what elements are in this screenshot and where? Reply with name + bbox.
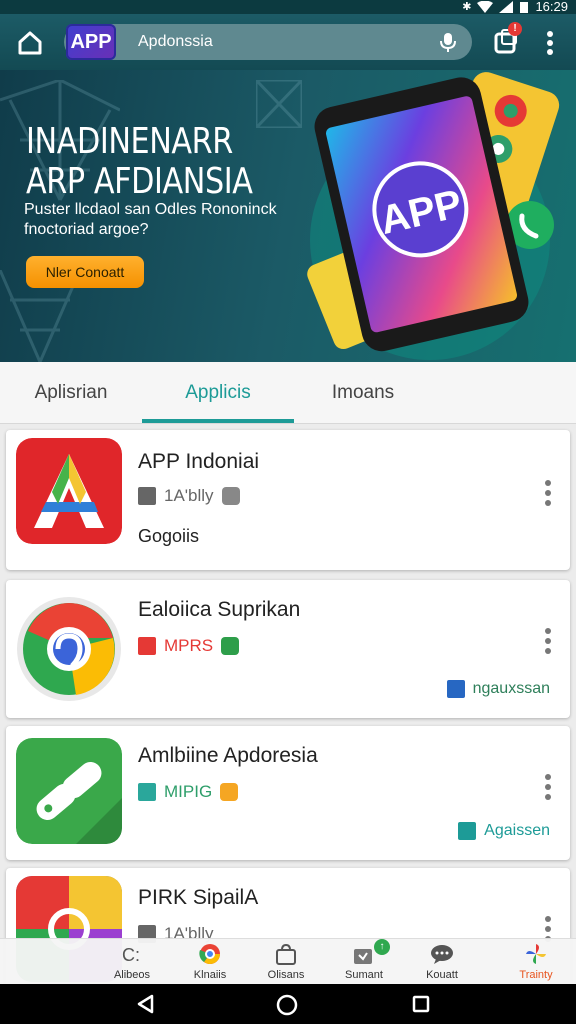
tower-decoration-icon [256,80,302,128]
home-icon[interactable] [16,28,44,56]
app-tag: ngauxssan [446,680,550,698]
lock-icon [221,487,240,505]
app-meta: MPRS [138,636,240,656]
nav-label: Sumant [345,969,383,981]
pinwheel-icon [526,944,546,964]
back-icon[interactable] [136,994,156,1014]
app-meta: MIPIG [138,782,239,802]
app-title[interactable]: Amlbiine Apdoresia [138,744,318,768]
banner-title-line2: ARP AFDIANSIA [26,161,253,202]
nav-badge: ↑ [374,939,390,955]
svg-text:C:: C: [122,945,140,965]
signal-icon [499,0,514,13]
link-icon [16,738,122,844]
app-badge: APP [66,24,116,60]
mic-icon[interactable] [438,32,458,52]
system-navigation-bar [0,984,576,1024]
app-title[interactable]: APP Indoniai [138,450,259,474]
bluetooth-icon: ✱ [462,1,472,13]
app-card[interactable]: APP Indoniai 1A'blly Gogoiis [6,430,570,570]
lock-icon [221,637,240,655]
more-vert-icon[interactable] [540,30,560,56]
nav-item-sumant[interactable]: ↑ Sumant [324,939,404,985]
app-tag-label: Agaissen [484,822,550,839]
nav-label: Klnaiis [193,969,227,981]
banner-subtitle: Puster llcdaol san Odles Rononinck fnoct… [24,201,277,238]
app-title[interactable]: PIRK SipailA [138,886,258,910]
status-time: 16:29 [535,0,568,14]
nav-item-kouatt[interactable]: Kouatt [402,939,482,985]
download-icon [354,949,372,964]
chrome-icon [17,597,121,701]
nav-item-klnaiis[interactable]: Klnaiis [170,939,250,985]
category-tabs: Aplisrian Applicis Imoans [0,362,576,424]
bottom-navigation: C: Alibeos Klnaiis Olisans ↑ Sumant Koua… [0,938,576,984]
app-meta: 1A'blly [138,486,240,506]
more-vert-icon[interactable] [544,480,552,506]
chat-icon [431,945,453,964]
tag-icon [446,680,465,698]
nav-label: Kouatt [426,969,458,981]
banner-title-line1: INADINENARR [26,121,233,162]
check-icon [138,637,156,655]
nav-item-olisans[interactable]: Olisans [246,939,326,985]
banner-title: INADINENARR ARP AFDIANSIA [26,121,253,202]
promo-banner: INADINENARR ARP AFDIANSIA Puster llcdaol… [0,70,576,362]
app-subtitle: Gogoiis [138,526,200,546]
active-tab-indicator [142,419,294,423]
tab-applicis[interactable]: Applicis [142,362,294,424]
check-icon [138,487,156,505]
recents-icon[interactable] [412,995,430,1013]
app-card[interactable]: Amlbiine Apdoresia MIPIG Agaissen [6,726,570,860]
app-meta-label: 1A'blly [164,486,214,505]
wifi-icon [477,0,494,13]
notifications-button[interactable]: ! [494,22,522,56]
lock-icon [220,783,239,801]
chrome-icon [199,944,220,964]
nav-item-trainty[interactable]: Trainty [496,939,576,985]
phone-illustration: APP [307,72,560,360]
check-icon [458,822,477,840]
app-a-icon [16,438,122,544]
check-icon [138,783,156,801]
nav-label: Olisans [267,969,305,981]
grid-icon: C: [122,945,140,965]
search-bar[interactable]: APP Apdonssia [64,24,472,60]
banner-cta-button[interactable]: Nler Conoatt [26,256,144,288]
battery-icon [520,1,529,13]
tab-aplisrian[interactable]: Aplisrian [6,362,136,424]
app-card[interactable]: Ealoiica Suprikan MPRS ngauxssan [6,580,570,718]
app-title[interactable]: Ealoiica Suprikan [138,598,300,622]
tab-imoans[interactable]: Imoans [300,362,426,424]
app-meta-label: MIPIG [164,782,213,801]
app-tag: Agaissen [458,822,550,840]
bag-icon [276,943,296,965]
nav-label: Trainty [519,969,553,981]
status-bar: ✱ 16:29 [0,0,576,14]
search-input[interactable]: Apdonssia [138,24,213,60]
nav-label: Alibeos [113,969,151,981]
notification-badge: ! [508,22,522,36]
home-circle-icon[interactable] [276,994,298,1016]
app-tag-label: ngauxssan [472,680,550,697]
nav-item-alibeos[interactable]: C: Alibeos [92,939,172,985]
app-header: APP Apdonssia ! [0,14,576,70]
more-vert-icon[interactable] [544,774,552,800]
app-meta-label: MPRS [164,636,214,655]
more-vert-icon[interactable] [544,628,552,654]
